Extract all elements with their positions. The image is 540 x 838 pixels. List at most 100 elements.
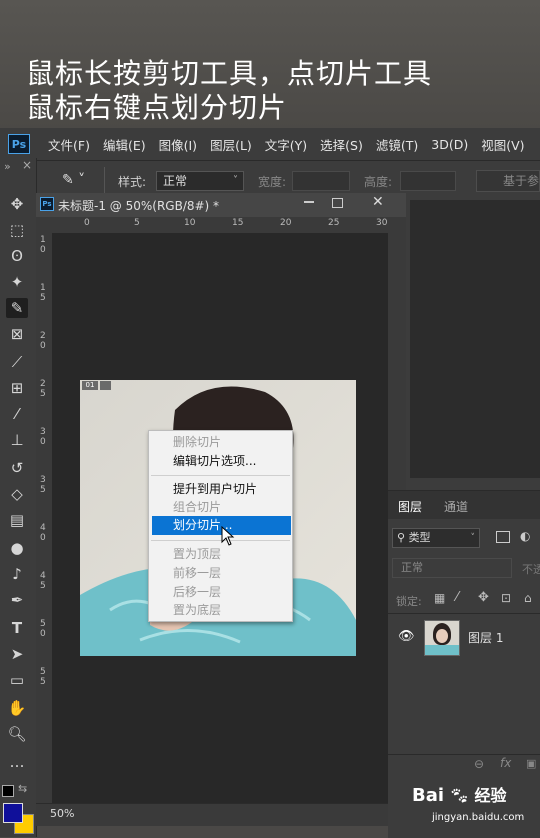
- menu-item-send-backward[interactable]: 后移一层: [149, 583, 292, 602]
- menu-item-edit-slice-options[interactable]: 编辑切片选项...: [149, 452, 292, 471]
- blend-mode-select[interactable]: 正常: [392, 558, 512, 578]
- link-layers-icon[interactable]: ⊖: [474, 757, 484, 771]
- options-divider: [104, 167, 105, 193]
- image-filter-icon[interactable]: [496, 531, 510, 543]
- chevron-down-icon: ˅: [233, 175, 238, 186]
- ruler-tick-label: 5: [40, 293, 46, 303]
- ruler-tick-label: 10: [184, 218, 196, 228]
- slice-number-badge: 01: [82, 381, 98, 390]
- tab-channels[interactable]: 通道: [444, 498, 468, 515]
- minimize-icon[interactable]: [304, 201, 314, 203]
- menu-separator: [151, 475, 290, 476]
- magic-wand-icon[interactable]: ✦: [6, 272, 28, 292]
- pen-icon[interactable]: ✒: [6, 590, 28, 610]
- lock-artboard-icon[interactable]: ⊡: [501, 591, 511, 605]
- more-icon[interactable]: …: [6, 752, 28, 772]
- style-select[interactable]: 正常 ˅: [156, 171, 244, 191]
- tab-layers[interactable]: 图层: [398, 498, 422, 515]
- eye-visibility-icon[interactable]: 👁︎: [398, 629, 415, 644]
- blur-icon[interactable]: ●: [6, 538, 28, 558]
- ruler-tick-label: 0: [40, 629, 46, 639]
- menu-item-send-to-back[interactable]: 置为底层: [149, 601, 292, 620]
- gradient-icon[interactable]: ▤: [6, 510, 28, 530]
- ruler-tick-label: 3: [40, 427, 46, 437]
- document-tab[interactable]: Ps 未标题-1 @ 50%(RGB/8#) * ✕: [36, 193, 406, 218]
- slice-icon[interactable]: ✎: [6, 298, 28, 318]
- menu-item-combine-slices[interactable]: 组合切片: [149, 498, 292, 517]
- zoom-icon[interactable]: 🔍︎: [6, 724, 28, 744]
- ruler-tick-label: 25: [328, 218, 340, 228]
- foreground-color-swatch[interactable]: [3, 803, 23, 823]
- lock-position-icon[interactable]: ✥: [478, 590, 489, 605]
- type-icon[interactable]: T: [6, 618, 28, 638]
- menu-edit[interactable]: 编辑(E): [103, 135, 146, 154]
- ruler-tick-label: 1: [40, 283, 46, 293]
- add-mask-icon[interactable]: ▣: [526, 757, 536, 770]
- menu-item-bring-to-front[interactable]: 置为顶层: [149, 545, 292, 564]
- close-window-icon[interactable]: ✕: [372, 194, 384, 210]
- height-label: 高度:: [364, 175, 393, 189]
- lock-transparency-icon[interactable]: ▦: [434, 591, 445, 605]
- rectangle-icon[interactable]: ▭: [6, 670, 28, 690]
- frame-icon[interactable]: ⊠: [6, 324, 28, 344]
- panel-divider: [388, 613, 540, 614]
- hand-icon[interactable]: ✋: [6, 698, 28, 718]
- watermark-brand-suffix: 经验: [474, 786, 507, 805]
- menu-layer[interactable]: 图层(L): [210, 135, 252, 154]
- collapse-icon[interactable]: »: [4, 160, 11, 173]
- vertical-ruler: 10152025303540455055: [36, 233, 53, 803]
- lock-all-icon[interactable]: ⌂: [524, 591, 532, 605]
- slices-from-guides-button[interactable]: 基于参: [476, 170, 540, 192]
- eraser-icon[interactable]: ◇: [6, 484, 28, 504]
- menu-item-delete-slice[interactable]: 删除切片: [149, 433, 292, 452]
- fx-icon[interactable]: fx: [500, 756, 511, 770]
- horizontal-ruler: 0 5 10 15 20 25 30: [36, 217, 406, 234]
- slice-tool-preset-icon[interactable]: ✎ ˅: [62, 170, 98, 190]
- menu-3d[interactable]: 3D(D): [431, 137, 468, 152]
- ruler-tick-label: 4: [40, 571, 46, 581]
- ruler-tick-label: 0: [40, 245, 46, 255]
- menu-view[interactable]: 视图(V): [481, 135, 524, 154]
- menu-file[interactable]: 文件(F): [48, 135, 90, 154]
- history-brush-icon[interactable]: ↺: [6, 458, 28, 478]
- ruler-tick-label: 20: [280, 218, 292, 228]
- ruler-tick-label: 5: [40, 619, 46, 629]
- default-colors-icon[interactable]: [2, 785, 14, 797]
- menu-item-bring-forward[interactable]: 前移一层: [149, 564, 292, 583]
- height-input[interactable]: [400, 171, 456, 191]
- watermark-url: jingyan.baidu.com: [432, 812, 525, 823]
- menu-type[interactable]: 文字(Y): [265, 135, 307, 154]
- ruler-tick-label: 0: [40, 533, 46, 543]
- lasso-icon[interactable]: ʘ: [6, 246, 28, 266]
- panel-workspace: [410, 200, 540, 478]
- layer-name[interactable]: 图层 1: [468, 629, 503, 646]
- ruler-tick-label: 3: [40, 475, 46, 485]
- lock-label: 锁定:: [396, 595, 422, 608]
- marquee-icon[interactable]: ⬚: [6, 220, 28, 240]
- maximize-icon[interactable]: [332, 198, 343, 208]
- adjustment-filter-icon[interactable]: ◐: [520, 529, 530, 543]
- healing-icon[interactable]: ⊞: [6, 378, 28, 398]
- path-select-icon[interactable]: ➤: [6, 644, 28, 664]
- width-input[interactable]: [292, 171, 350, 191]
- menu-select[interactable]: 选择(S): [320, 135, 363, 154]
- zoom-level[interactable]: 50%: [50, 807, 74, 820]
- layer-row[interactable]: 👁︎ 图层 1: [388, 616, 540, 658]
- swap-colors-icon[interactable]: ⇆: [18, 782, 27, 795]
- eyedropper-icon[interactable]: ⟋: [6, 352, 28, 372]
- document-title: 未标题-1 @ 50%(RGB/8#) *: [58, 199, 220, 213]
- lock-pixels-icon[interactable]: ⁄: [456, 590, 458, 605]
- brush-icon[interactable]: ⁄: [6, 404, 28, 424]
- menu-image[interactable]: 图像(I): [159, 135, 197, 154]
- close-icon[interactable]: ×: [22, 158, 32, 172]
- menu-item-promote-to-user-slice[interactable]: 提升到用户切片: [149, 480, 292, 499]
- dodge-icon[interactable]: ♪: [6, 564, 28, 584]
- move-icon[interactable]: ✥: [6, 194, 28, 214]
- slice-image-icon: [100, 381, 111, 390]
- menu-bar: Ps 文件(F) 编辑(E) 图像(I) 图层(L) 文字(Y) 选择(S) 滤…: [0, 128, 540, 160]
- baidu-watermark: Bai 🐾︎ 经验: [412, 782, 507, 806]
- ruler-tick-label: 5: [40, 581, 46, 591]
- menu-filter[interactable]: 滤镜(T): [376, 135, 418, 154]
- stamp-icon[interactable]: ⊥: [6, 430, 28, 450]
- layer-filter-select[interactable]: ⚲ 类型 ˅: [392, 528, 480, 548]
